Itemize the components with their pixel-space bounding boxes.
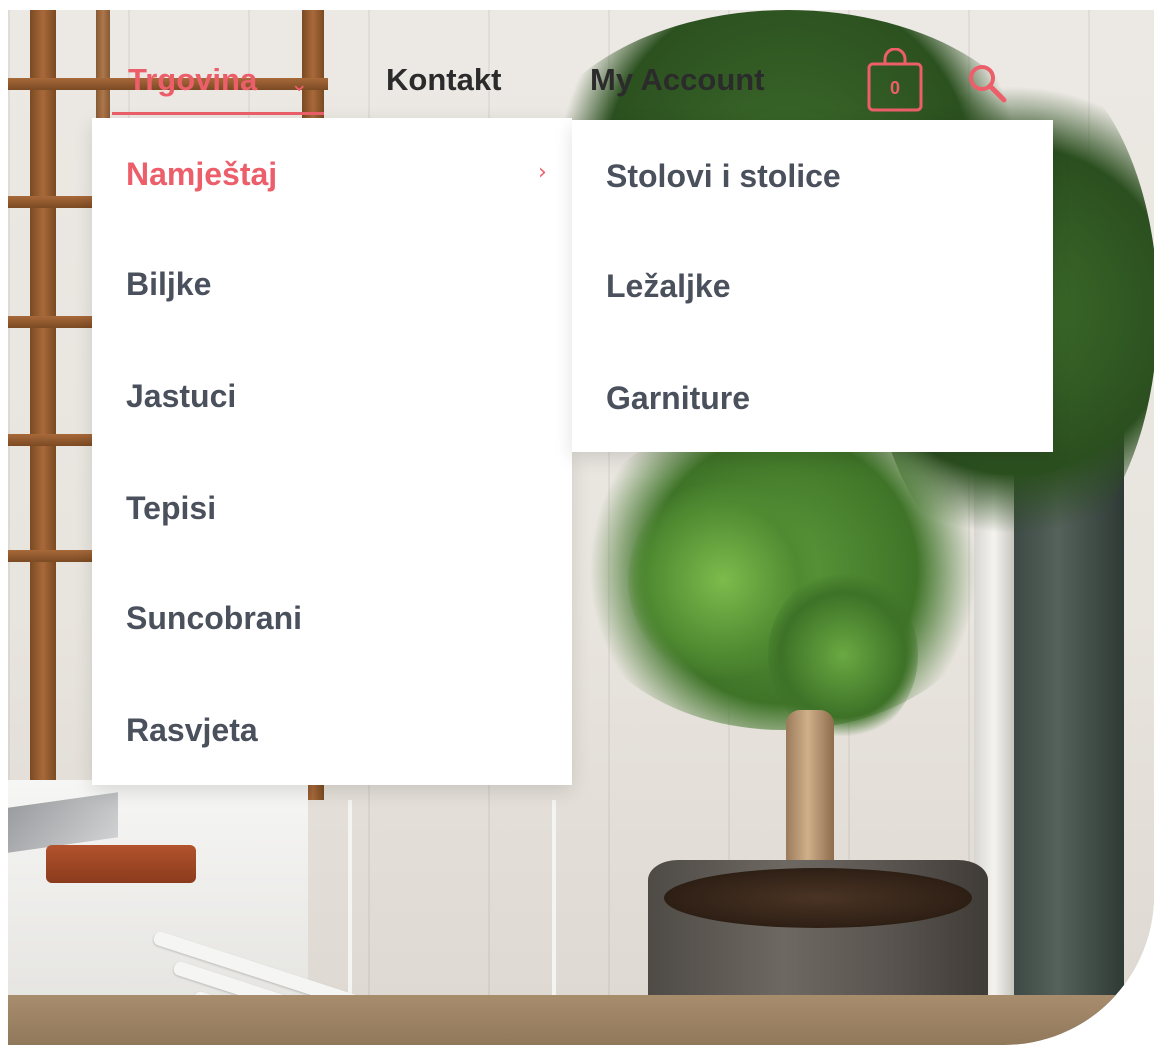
menu-item-biljke[interactable]: Biljke (126, 266, 211, 303)
menu-item-tepisi[interactable]: Tepisi (126, 490, 216, 527)
menu-item-jastuci[interactable]: Jastuci (126, 378, 236, 415)
cart-button[interactable]: 0 (866, 47, 924, 112)
chevron-down-icon: ⌄ (290, 72, 309, 97)
menu-item-suncobrani[interactable]: Suncobrani (126, 600, 302, 637)
search-button[interactable] (966, 62, 1008, 104)
furniture-submenu: Stolovi i stolice Ležaljke Garniture (572, 120, 1053, 452)
shop-dropdown-menu: Namještaj › Biljke Jastuci Tepisi Suncob… (92, 118, 572, 785)
submenu-item-stolovi-i-stolice[interactable]: Stolovi i stolice (606, 158, 841, 195)
cart-count: 0 (890, 78, 900, 98)
menu-item-rasvjeta[interactable]: Rasvjeta (126, 712, 258, 749)
submenu-item-lezaljke[interactable]: Ležaljke (606, 268, 731, 305)
nav-item-trgovina[interactable]: Trgovina (128, 62, 257, 98)
chevron-right-icon: › (538, 160, 547, 185)
menu-item-namjestaj[interactable]: Namještaj (126, 156, 277, 193)
search-icon (969, 65, 1007, 103)
nav-item-kontakt[interactable]: Kontakt (386, 62, 501, 98)
shopping-bag-icon: 0 (867, 47, 923, 112)
nav-active-underline (112, 112, 324, 115)
nav-item-my-account[interactable]: My Account (590, 62, 765, 98)
submenu-item-garniture[interactable]: Garniture (606, 380, 750, 417)
